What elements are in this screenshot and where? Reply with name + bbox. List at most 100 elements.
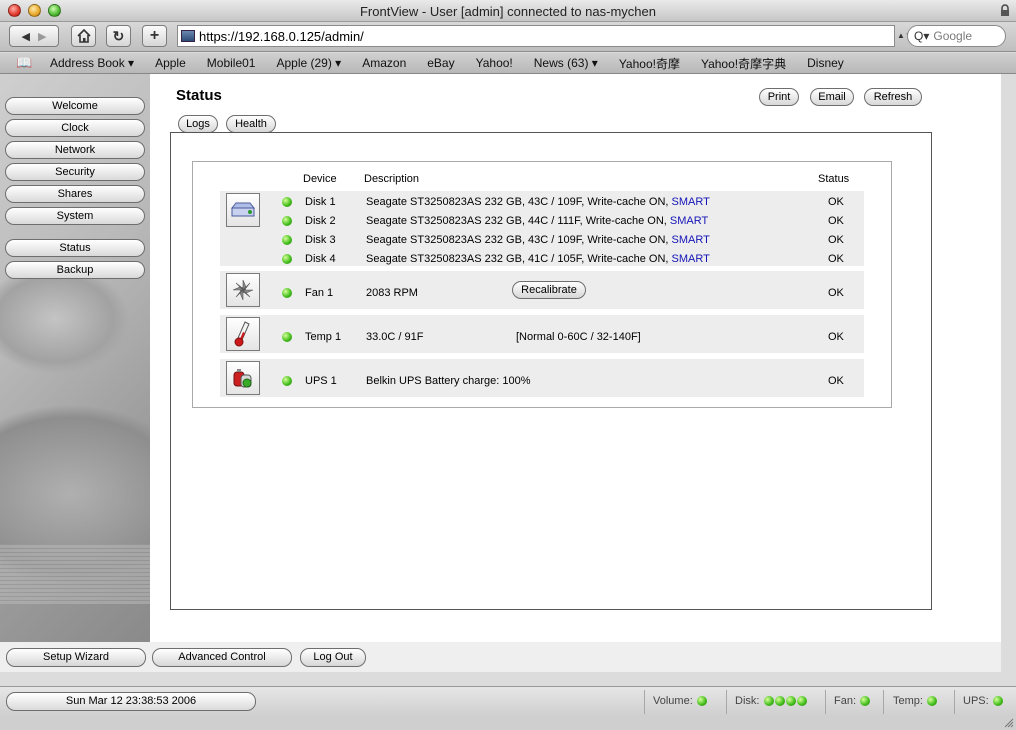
disk-3-device: Disk 3 (305, 234, 336, 246)
resize-handle-icon[interactable] (1002, 716, 1014, 728)
disk-3-description: Seagate ST3250823AS 232 GB, 43C / 109F, … (366, 234, 710, 246)
bookmark-amazon[interactable]: Amazon (362, 56, 406, 70)
ups-device-icon (226, 361, 260, 395)
email-button[interactable]: Email (810, 88, 854, 106)
bookmark-apple-folder[interactable]: Apple (29) ▾ (276, 56, 341, 70)
temp-status-led (282, 332, 292, 342)
disk-3-status: OK (828, 234, 844, 246)
back-forward-buttons[interactable]: ◀ ▶ (9, 25, 59, 47)
fan-description: 2083 RPM (366, 287, 418, 299)
sidebar-decoration (0, 264, 130, 374)
disk-4-smart-link[interactable]: SMART (672, 253, 710, 265)
bookmark-yahoo-dictionary[interactable]: Yahoo!奇摩字典 (701, 55, 786, 72)
sidebar-decoration (0, 544, 150, 604)
recalibrate-button[interactable]: Recalibrate (512, 281, 586, 299)
reload-button[interactable]: ↻ (106, 25, 131, 47)
print-button[interactable]: Print (759, 88, 799, 106)
volume-indicator: Volume: (653, 695, 707, 707)
disk-3-description-text: Seagate ST3250823AS 232 GB, 43C / 109F, … (366, 234, 669, 246)
bookmark-ebay[interactable]: eBay (427, 56, 454, 70)
status-divider (726, 690, 727, 714)
ups-led (992, 696, 1003, 706)
disk-2-led (774, 696, 785, 706)
disk-4-led (796, 696, 807, 706)
disk-3-smart-link[interactable]: SMART (672, 234, 710, 246)
thermometer-icon (234, 321, 250, 347)
add-bookmark-button[interactable]: + (142, 25, 167, 47)
sidebar-item-status[interactable]: Status (5, 239, 145, 257)
disk-2-description-text: Seagate ST3250823AS 232 GB, 44C / 111F, … (366, 215, 667, 227)
bookmark-disney[interactable]: Disney (807, 56, 844, 70)
column-header-status: Status (818, 173, 850, 185)
sidebar-item-shares[interactable]: Shares (5, 185, 145, 203)
sidebar-item-system[interactable]: System (5, 207, 145, 225)
bookmark-mobile01[interactable]: Mobile01 (207, 56, 256, 70)
temp-indicator: Temp: (893, 695, 938, 707)
browser-toolbar: ◀ ▶ ↻ + https://192.168.0.125/admin/ ▲▼ … (0, 22, 1016, 52)
plus-icon: + (149, 27, 160, 44)
volume-led (696, 696, 707, 706)
fan-led (860, 696, 871, 706)
search-placeholder: Google (933, 29, 973, 43)
bookmarks-bar: 📖 Address Book ▾ Apple Mobile01 Apple (2… (0, 53, 1016, 74)
sidebar-item-security[interactable]: Security (5, 163, 145, 181)
window-bottom-edge (0, 716, 1016, 730)
sidebar-item-welcome[interactable]: Welcome (5, 97, 145, 115)
status-divider (954, 690, 955, 714)
disk-1-smart-link[interactable]: SMART (672, 196, 710, 208)
home-button[interactable] (71, 25, 96, 47)
disk-4-description: Seagate ST3250823AS 232 GB, 41C / 105F, … (366, 253, 710, 265)
fan-status-led (282, 288, 292, 298)
sidebar-item-network[interactable]: Network (5, 141, 145, 159)
bookmark-address-book[interactable]: Address Book ▾ (50, 56, 134, 70)
fan-icon (232, 279, 254, 301)
setup-wizard-button[interactable]: Setup Wizard (6, 648, 146, 667)
disk-1-description-text: Seagate ST3250823AS 232 GB, 43C / 109F, … (366, 196, 669, 208)
ups-device: UPS 1 (305, 375, 337, 387)
address-field[interactable]: https://192.168.0.125/admin/ (177, 25, 895, 47)
refresh-button[interactable]: Refresh (864, 88, 922, 106)
status-divider (883, 690, 884, 714)
search-icon: Q▾ (914, 29, 930, 43)
temp-device-icon (226, 317, 260, 351)
disk-1-status: OK (828, 196, 844, 208)
bookmarks-book-icon[interactable]: 📖 (16, 55, 36, 71)
sidebar-item-clock[interactable]: Clock (5, 119, 145, 137)
fan-device-icon (226, 273, 260, 307)
ups-status-led (282, 376, 292, 386)
disk-2-status: OK (828, 215, 844, 227)
disk-1-device: Disk 1 (305, 196, 336, 208)
log-out-button[interactable]: Log Out (300, 648, 366, 667)
ups-indicator: UPS: (963, 695, 1003, 707)
site-favicon-icon (181, 30, 195, 42)
tab-logs[interactable]: Logs (178, 115, 218, 133)
disk-4-status: OK (828, 253, 844, 265)
disk-indicator: Disk: (735, 695, 807, 707)
disk-2-smart-link[interactable]: SMART (670, 215, 708, 227)
tab-health[interactable]: Health (226, 115, 276, 133)
fan-indicator: Fan: (834, 695, 871, 707)
disk-1-led (763, 696, 774, 706)
bookmark-yahoo[interactable]: Yahoo! (476, 56, 513, 70)
disk-3-status-led (282, 235, 292, 245)
bookmark-yahoo-kimo[interactable]: Yahoo!奇摩 (619, 55, 680, 72)
ups-battery-icon (233, 369, 252, 388)
search-input[interactable]: Q▾ Google (907, 25, 1006, 47)
advanced-control-button[interactable]: Advanced Control (152, 648, 292, 667)
bookmark-apple[interactable]: Apple (155, 56, 186, 70)
window-titlebar: FrontView - User [admin] connected to na… (0, 0, 1016, 22)
disk-3-led (785, 696, 796, 706)
back-icon[interactable]: ◀ (22, 30, 30, 43)
disk-2-status-led (282, 216, 292, 226)
forward-icon[interactable]: ▶ (38, 30, 46, 43)
ups-label: UPS: (963, 695, 989, 707)
disk-4-status-led (282, 254, 292, 264)
date-time-display: Sun Mar 12 23:38:53 2006 (6, 692, 256, 711)
temp-description: 33.0C / 91F (366, 331, 424, 343)
temp-led (927, 696, 938, 706)
address-text: https://192.168.0.125/admin/ (199, 28, 364, 44)
sidebar-item-backup[interactable]: Backup (5, 261, 145, 279)
volume-label: Volume: (653, 695, 693, 707)
ups-status: OK (828, 375, 844, 387)
bookmark-news[interactable]: News (63) ▾ (534, 56, 598, 70)
